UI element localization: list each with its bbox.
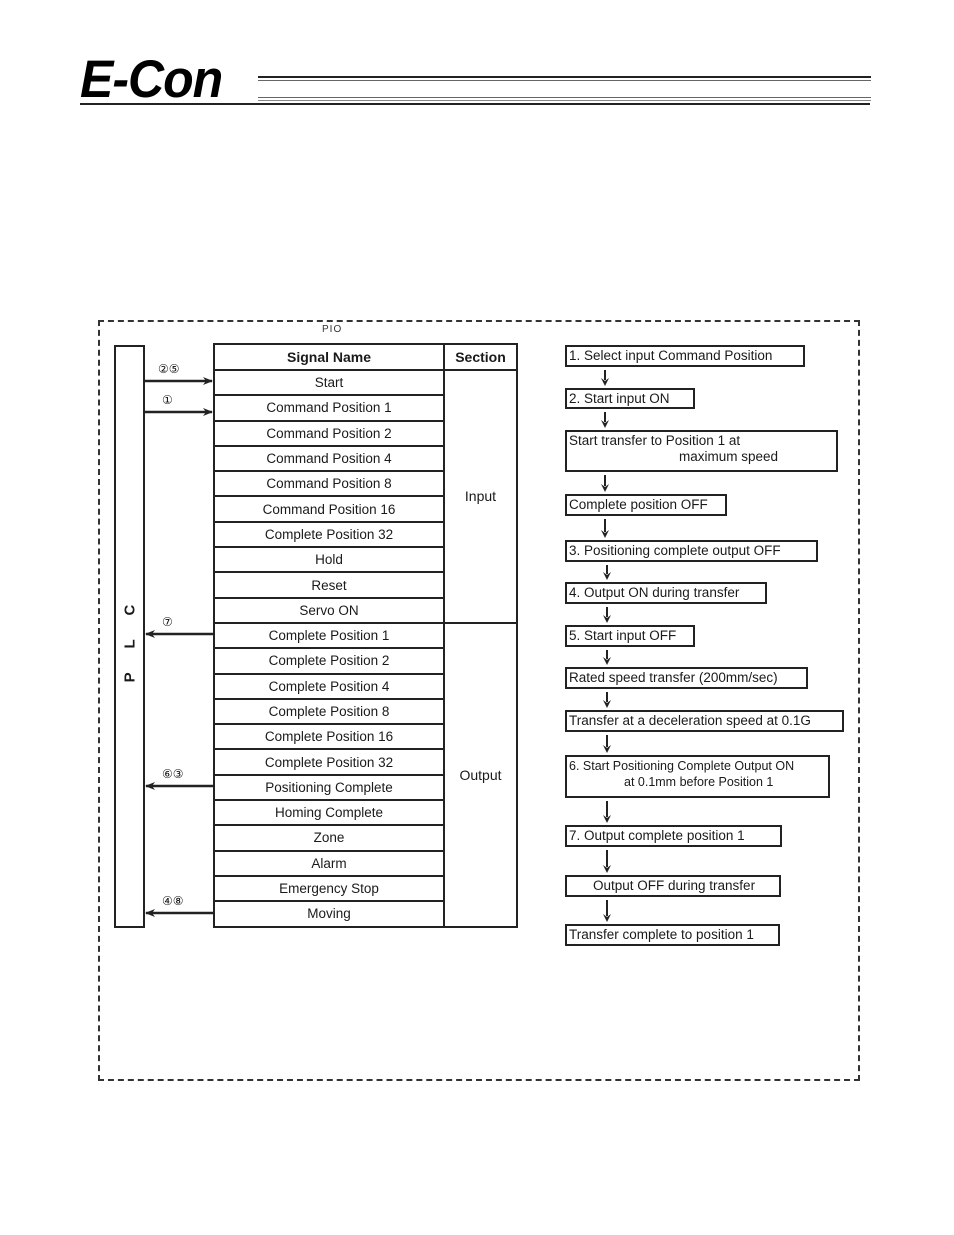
signal-name-cell: Reset: [213, 571, 445, 599]
output-section-cell: Output: [443, 621, 518, 928]
signal-name-cell: Alarm: [213, 849, 445, 877]
table-header-row: Signal Name Section: [213, 343, 518, 371]
signal-name-cell: Complete Position 32: [213, 520, 445, 549]
step-number-label: ①: [162, 393, 173, 407]
step-number-label: ⑥③: [162, 767, 184, 781]
pio-label: PIO: [322, 324, 343, 335]
header-rule: [258, 76, 871, 78]
flow-step-box: 1. Select input Command Position: [565, 345, 805, 367]
step-number-label: ④⑧: [162, 894, 184, 908]
flow-step-text: 3. Positioning complete output OFF: [569, 543, 781, 558]
flow-step-text: 2. Start input ON: [569, 391, 670, 406]
plc-label-wrap: P L C: [114, 594, 145, 682]
header-rule: [258, 97, 871, 98]
signal-name-cell: Command Position 2: [213, 419, 445, 447]
signal-name-cell: Complete Position 2: [213, 647, 445, 675]
flow-step-text-line2: maximum speed: [679, 449, 779, 464]
flow-step-box: 4. Output ON during transfer: [565, 582, 767, 604]
flow-step-text: Rated speed transfer (200mm/sec): [569, 670, 778, 685]
flow-step-text: 1. Select input Command Position: [569, 348, 773, 363]
signal-name-cell: Zone: [213, 824, 445, 852]
flow-step-text: 6. Start Positioning Complete Output ON: [569, 759, 795, 773]
header-section: Section: [443, 343, 518, 371]
signal-name-cell: Command Position 16: [213, 495, 445, 523]
step-number-label: ⑦: [162, 615, 173, 629]
signal-name-cell: Hold: [213, 546, 445, 574]
flow-step-text: Start transfer to Position 1 at: [569, 433, 741, 448]
plc-label: P L C: [121, 594, 139, 682]
signal-name-cell: Complete Position 32: [213, 748, 445, 776]
signal-name-cell: Moving: [213, 900, 445, 928]
flow-step-box: Transfer complete to position 1: [565, 924, 780, 946]
flow-step-text: Complete position OFF: [569, 497, 708, 512]
signal-name-cell: Complete Position 8: [213, 697, 445, 726]
signal-name-cell: Servo ON: [213, 596, 445, 624]
signal-name-cell: Homing Complete: [213, 799, 445, 827]
header-signal-name: Signal Name: [213, 343, 445, 371]
flow-step-text: 4. Output ON during transfer: [569, 585, 740, 600]
flow-step-box: 7. Output complete position 1: [565, 825, 782, 847]
flow-step-box: 6. Start Positioning Complete Output ON a…: [565, 755, 830, 798]
flow-step-text: 7. Output complete position 1: [569, 828, 745, 843]
signal-name-cell: Emergency Stop: [213, 874, 445, 903]
flow-step-box: Complete position OFF: [565, 494, 727, 516]
flow-step-box: 2. Start input ON: [565, 388, 695, 409]
flow-step-box: Start transfer to Position 1 at maximum s…: [565, 430, 838, 472]
signal-name-cell: Complete Position 1: [213, 621, 445, 650]
flow-step-text-line2: at 0.1mm before Position 1: [624, 775, 774, 789]
header-rule: [80, 103, 870, 105]
flow-step-box: 5. Start input OFF: [565, 625, 695, 647]
signal-name-cell: Start: [213, 368, 445, 397]
signal-name-cell: Command Position 4: [213, 444, 445, 473]
flow-step-box: Transfer at a deceleration speed at 0.1G: [565, 710, 844, 732]
flow-step-text: Transfer complete to position 1: [569, 927, 754, 942]
flow-step-text: Transfer at a deceleration speed at 0.1G: [569, 713, 811, 728]
header-rule: [258, 80, 871, 81]
flow-step-text: Output OFF during transfer: [593, 878, 756, 893]
flow-step-box: 3. Positioning complete output OFF: [565, 540, 818, 562]
signal-name-cell: Command Position 1: [213, 394, 445, 422]
signal-table: Signal Name Section Start Input Command Po…: [213, 343, 518, 928]
table-row: Complete Position 1 Output: [213, 621, 518, 928]
signal-name-cell: Complete Position 16: [213, 723, 445, 751]
step-number-label: ②⑤: [158, 362, 180, 376]
header-rule: [258, 100, 871, 101]
signal-name-cell: Complete Position 4: [213, 672, 445, 700]
flow-step-box: Output OFF during transfer: [565, 875, 781, 897]
signal-name-cell: Command Position 8: [213, 470, 445, 498]
flow-step-text: 5. Start input OFF: [569, 628, 677, 643]
table-row: Start Input: [213, 368, 518, 624]
flow-step-box: Rated speed transfer (200mm/sec): [565, 667, 808, 689]
input-section-cell: Input: [443, 369, 518, 624]
econ-logo: E-Con: [80, 49, 223, 109]
signal-name-cell: Positioning Complete: [213, 773, 445, 802]
